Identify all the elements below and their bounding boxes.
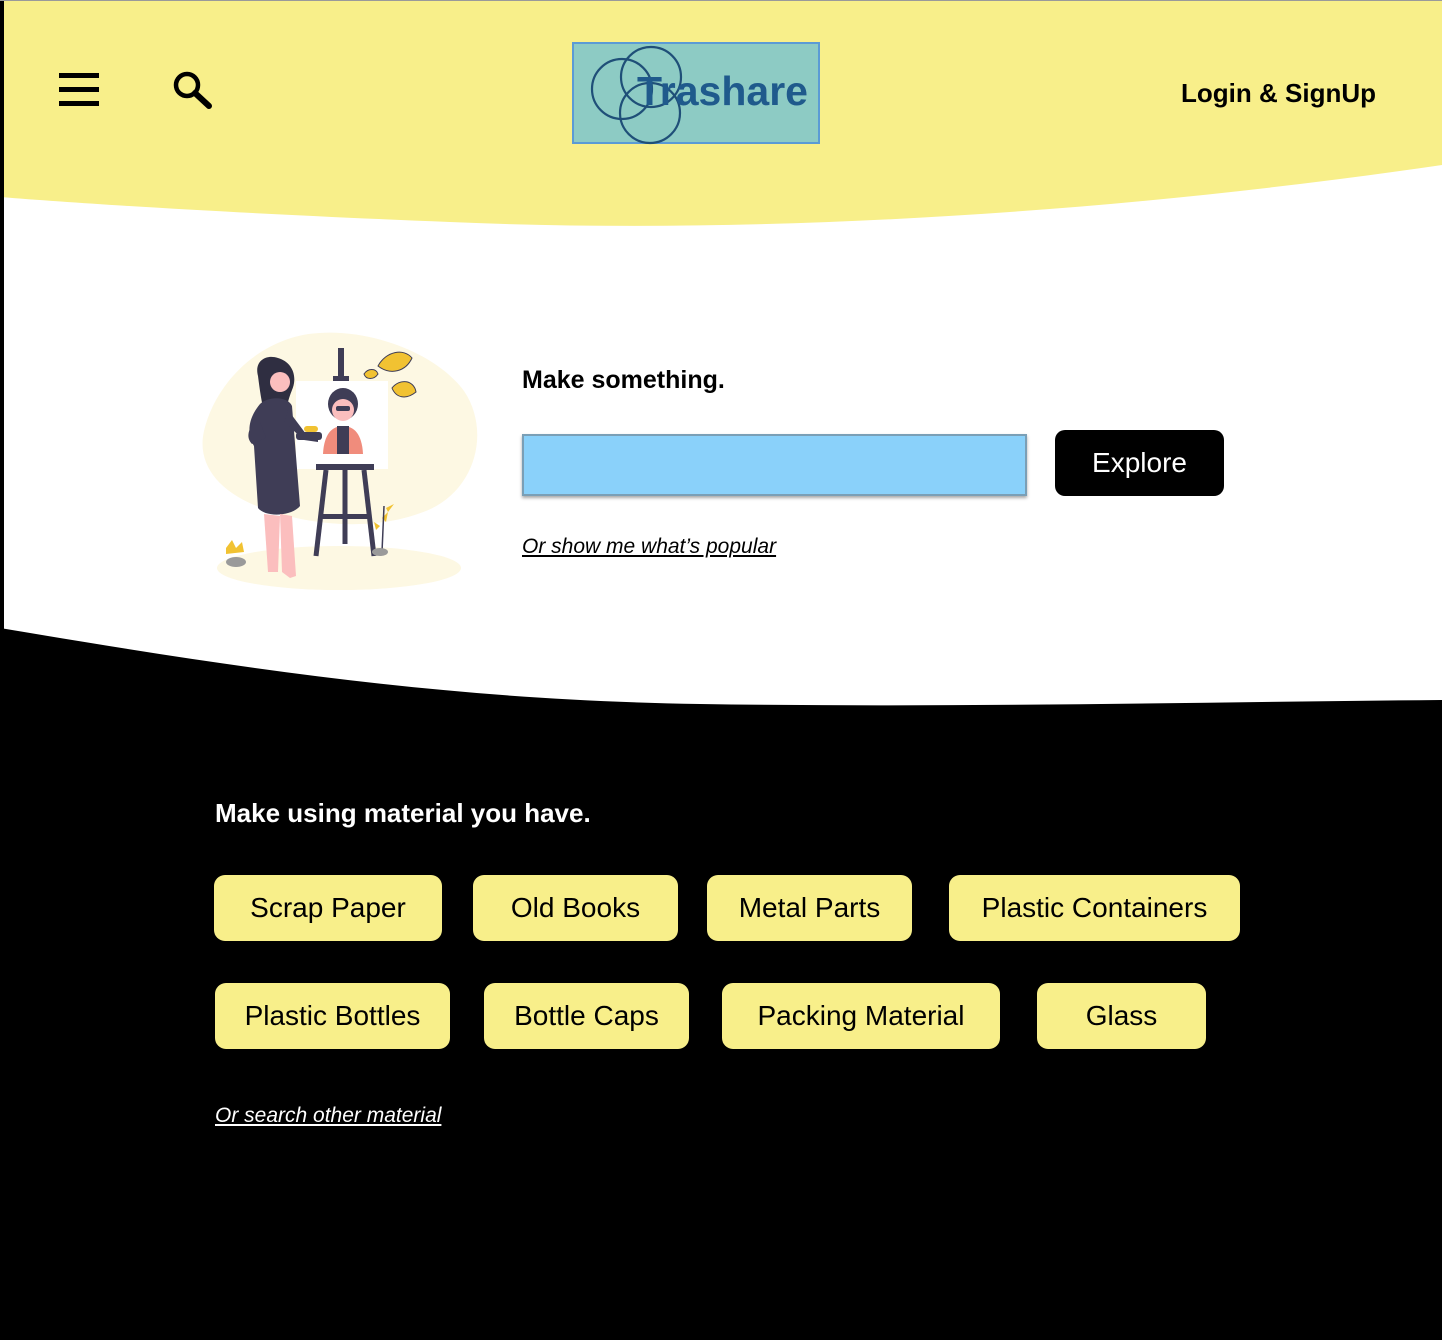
- trashare-logo[interactable]: Trashare: [572, 42, 820, 145]
- material-chip-glass[interactable]: Glass: [1037, 983, 1206, 1049]
- material-chip-packing-material[interactable]: Packing Material: [722, 983, 1000, 1049]
- login-signup-link[interactable]: Login & SignUp: [1181, 78, 1376, 109]
- artist-painting-illustration: [202, 332, 478, 590]
- material-chip-plastic-containers[interactable]: Plastic Containers: [949, 875, 1240, 941]
- material-chip-metal-parts[interactable]: Metal Parts: [707, 875, 912, 941]
- show-popular-link[interactable]: Or show me what’s popular: [522, 535, 776, 559]
- background-shapes: [0, 0, 1442, 1340]
- search-icon[interactable]: [172, 70, 214, 110]
- footer-wave: [0, 628, 1442, 1340]
- material-chip-plastic-bottles[interactable]: Plastic Bottles: [215, 983, 450, 1049]
- search-other-material-link[interactable]: Or search other material: [215, 1104, 441, 1128]
- hamburger-menu-icon[interactable]: [59, 73, 99, 107]
- explore-button[interactable]: Explore: [1055, 430, 1224, 496]
- make-search-input[interactable]: [522, 434, 1027, 496]
- logo-text: Trashare: [637, 68, 808, 114]
- material-chip-bottle-caps[interactable]: Bottle Caps: [484, 983, 689, 1049]
- page: Trashare Login & SignUp Make something. …: [0, 0, 1442, 1340]
- top-border: [0, 0, 1442, 1]
- hero-title: Make something.: [522, 366, 725, 394]
- material-chip-scrap-paper[interactable]: Scrap Paper: [214, 875, 442, 941]
- materials-title: Make using material you have.: [215, 798, 591, 828]
- material-chip-old-books[interactable]: Old Books: [473, 875, 678, 941]
- left-border: [0, 0, 4, 1340]
